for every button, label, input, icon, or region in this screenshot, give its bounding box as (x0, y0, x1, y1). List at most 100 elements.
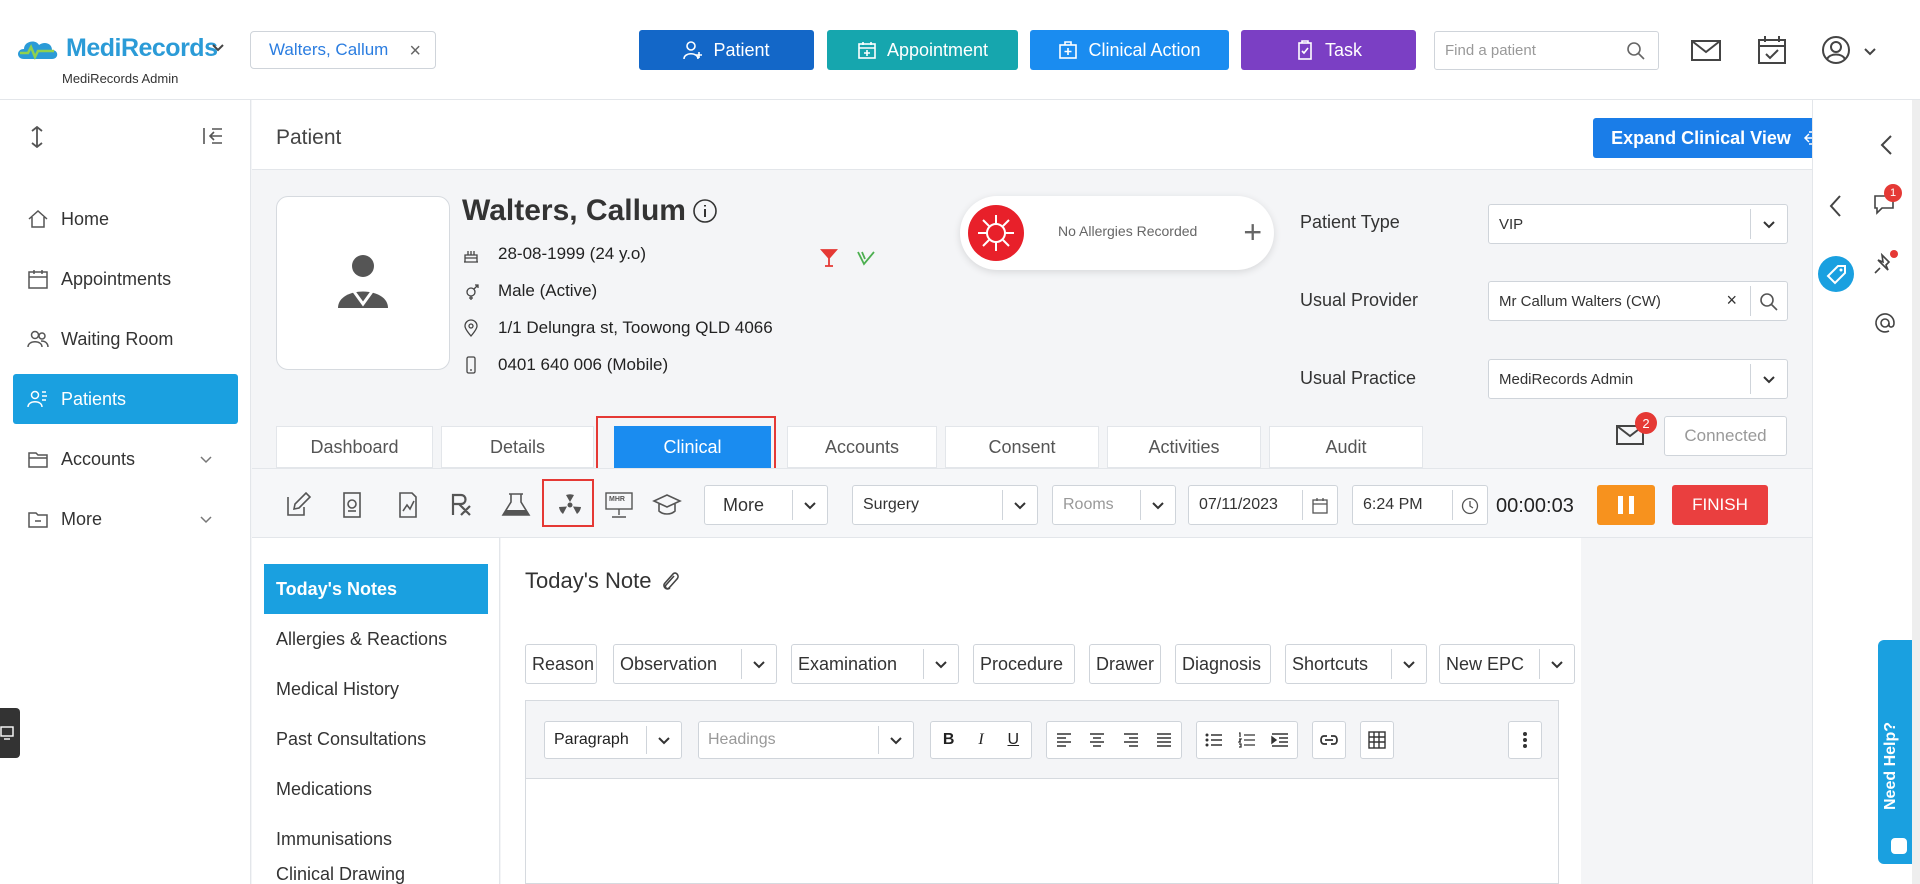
indent-icon[interactable] (1271, 733, 1289, 747)
certificate-icon[interactable] (338, 491, 366, 519)
open-patient-chip[interactable]: Walters, Callum × (250, 31, 436, 69)
align-justify-icon[interactable] (1156, 733, 1172, 747)
info-icon[interactable] (692, 198, 718, 224)
chevron-left-icon[interactable] (1828, 194, 1842, 218)
diagnosis-button[interactable]: Diagnosis (1175, 644, 1271, 684)
mention-icon[interactable] (1874, 312, 1896, 334)
divider (1750, 209, 1751, 239)
observation-select[interactable]: Observation (613, 644, 777, 684)
tag-button[interactable] (1818, 256, 1854, 292)
side-drawer-toggle[interactable] (0, 708, 20, 758)
pause-button[interactable] (1597, 485, 1655, 525)
search-icon[interactable] (1626, 41, 1646, 61)
sidebar-item-waiting-room[interactable]: Waiting Room (13, 314, 238, 364)
chevron-down-icon[interactable] (212, 42, 224, 54)
pin-button[interactable] (1874, 250, 1898, 281)
paperclip-icon[interactable] (660, 570, 680, 592)
close-icon[interactable]: × (409, 40, 421, 63)
find-patient-input[interactable]: Find a patient (1434, 31, 1659, 70)
new-epc-select[interactable]: New EPC (1439, 644, 1575, 684)
sidebar-item-appointments[interactable]: Appointments (13, 254, 238, 304)
new-task-label: Task (1324, 39, 1362, 60)
tab-consent[interactable]: Consent (945, 426, 1099, 468)
tab-details[interactable]: Details (441, 426, 594, 468)
messages-indicator[interactable]: 2 (1615, 412, 1657, 451)
user-account-icon[interactable] (1820, 34, 1852, 66)
tab-accounts[interactable]: Accounts (787, 426, 937, 468)
edit-note-icon[interactable] (284, 491, 312, 519)
pathology-flask-icon[interactable] (500, 491, 532, 519)
sidebar-item-home[interactable]: Home (13, 194, 238, 244)
time-input[interactable]: 6:24 PM (1352, 485, 1488, 525)
paragraph-select[interactable]: Paragraph (544, 721, 682, 759)
mhr-icon[interactable]: MHR (604, 491, 634, 519)
notes-nav-immunisations[interactable]: Immunisations (264, 814, 488, 864)
clinical-action-button[interactable]: Clinical Action (1030, 30, 1229, 70)
alcohol-icon[interactable] (820, 248, 838, 268)
procedure-button[interactable]: Procedure (973, 644, 1075, 684)
add-allergy-icon[interactable]: + (1243, 214, 1262, 251)
align-left-icon[interactable] (1056, 733, 1072, 747)
chevron-down-icon[interactable] (1864, 46, 1876, 58)
chat-button[interactable]: 1 (1872, 184, 1902, 221)
headings-select[interactable]: Headings (698, 721, 914, 759)
location-select[interactable]: Surgery (852, 485, 1038, 525)
collapse-sidebar-icon[interactable] (202, 126, 224, 146)
notes-nav-past-consultations[interactable]: Past Consultations (264, 714, 488, 764)
date-input[interactable]: 07/11/2023 (1188, 485, 1338, 525)
education-cap-icon[interactable] (652, 491, 682, 519)
notes-nav-allergies[interactable]: Allergies & Reactions (264, 614, 488, 664)
expand-clinical-view-button[interactable]: Expand Clinical View (1593, 118, 1841, 158)
search-icon[interactable] (1759, 292, 1779, 312)
drawer-button[interactable]: Drawer (1089, 644, 1161, 684)
usual-practice-select[interactable]: MediRecords Admin (1488, 359, 1788, 399)
numbered-list-icon[interactable] (1237, 732, 1256, 748)
chart-document-icon[interactable] (394, 491, 422, 519)
tab-activities[interactable]: Activities (1107, 426, 1261, 468)
sidebar-item-label: Home (61, 208, 110, 229)
usual-provider-input[interactable]: Mr Callum Walters (CW) × (1488, 281, 1788, 321)
align-center-icon[interactable] (1089, 733, 1105, 747)
editor-more-button[interactable] (1508, 721, 1542, 759)
examination-select[interactable]: Examination (791, 644, 959, 684)
mail-icon[interactable] (1690, 34, 1722, 66)
link-button[interactable] (1312, 721, 1346, 759)
sidebar-item-patients[interactable]: Patients (13, 374, 238, 424)
notes-nav-clinical-drawing[interactable]: Clinical Drawing (264, 864, 488, 884)
app-logo[interactable]: MediRecords (14, 34, 218, 63)
calendar-icon[interactable] (1311, 497, 1329, 515)
calendar-check-icon[interactable] (1756, 34, 1788, 66)
prescription-icon[interactable] (448, 491, 476, 519)
rooms-select[interactable]: Rooms (1052, 485, 1176, 525)
new-task-button[interactable]: Task (1241, 30, 1416, 70)
finish-button[interactable]: FINISH (1672, 485, 1768, 525)
patient-type-select[interactable]: VIP (1488, 204, 1788, 244)
chevron-left-icon[interactable] (1879, 134, 1893, 156)
clear-icon[interactable]: × (1726, 290, 1737, 311)
reason-button[interactable]: Reason (525, 644, 597, 684)
tab-dashboard[interactable]: Dashboard (276, 426, 433, 468)
new-patient-button[interactable]: Patient (639, 30, 814, 70)
smoking-icon[interactable] (856, 248, 876, 268)
sidebar-item-more[interactable]: More (13, 494, 238, 544)
notes-nav-medications[interactable]: Medications (264, 764, 488, 814)
patient-avatar[interactable] (276, 196, 450, 370)
notes-nav-medical-history[interactable]: Medical History (264, 664, 488, 714)
bold-icon[interactable]: B (943, 731, 955, 749)
underline-icon[interactable]: U (1008, 731, 1020, 749)
italic-icon[interactable]: I (978, 731, 983, 749)
notes-nav-todays-notes[interactable]: Today's Notes (264, 564, 488, 614)
align-right-icon[interactable] (1123, 733, 1139, 747)
page-scrollbar[interactable] (1912, 100, 1920, 884)
allergy-widget[interactable]: No Allergies Recorded + (960, 196, 1274, 270)
resize-vertical-icon[interactable] (28, 126, 46, 148)
calendar-plus-icon (858, 42, 876, 59)
sidebar-item-accounts[interactable]: Accounts (13, 434, 238, 484)
tab-audit[interactable]: Audit (1269, 426, 1423, 468)
clock-icon[interactable] (1461, 497, 1479, 515)
insert-table-button[interactable] (1360, 721, 1394, 759)
more-tools-select[interactable]: More (704, 485, 828, 525)
bullet-list-icon[interactable] (1205, 733, 1223, 747)
shortcuts-select[interactable]: Shortcuts (1285, 644, 1427, 684)
new-appointment-button[interactable]: Appointment (827, 30, 1018, 70)
